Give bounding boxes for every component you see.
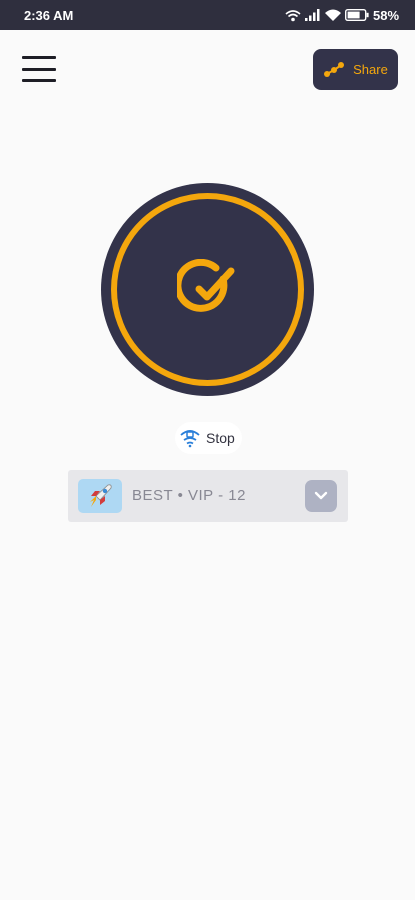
battery-icon [344,9,369,21]
server-flag [78,479,122,513]
wifi-icon [324,9,341,21]
chevron-down-icon [314,491,328,500]
status-icons: 58% [285,8,399,23]
share-button[interactable]: Share [313,49,398,90]
hamburger-line [22,79,56,82]
check-circle-icon [177,259,235,312]
battery-value: 58 [372,7,388,23]
rocket-icon [90,484,112,507]
server-name: BEST • VIP - 12 [132,487,246,504]
menu-button[interactable] [20,52,58,86]
hamburger-menu-icon [22,56,56,59]
hamburger-line [22,67,56,71]
battery-percent: 58% [372,7,399,23]
stop-button[interactable]: Stop [175,422,242,454]
connect-button[interactable] [101,183,314,396]
dropdown-button[interactable] [305,480,337,512]
status-bar: 2:36 AM 58% [0,0,415,30]
share-label: Share [353,62,388,77]
share-nodes-icon [324,61,345,77]
status-time: 2:36 AM [24,7,74,23]
server-selector[interactable]: BEST • VIP - 12 [68,470,348,522]
stop-label: Stop [206,430,235,446]
speed-signal-icon [180,430,200,448]
hotspot-icon [285,9,301,21]
signal-icon [304,9,320,21]
